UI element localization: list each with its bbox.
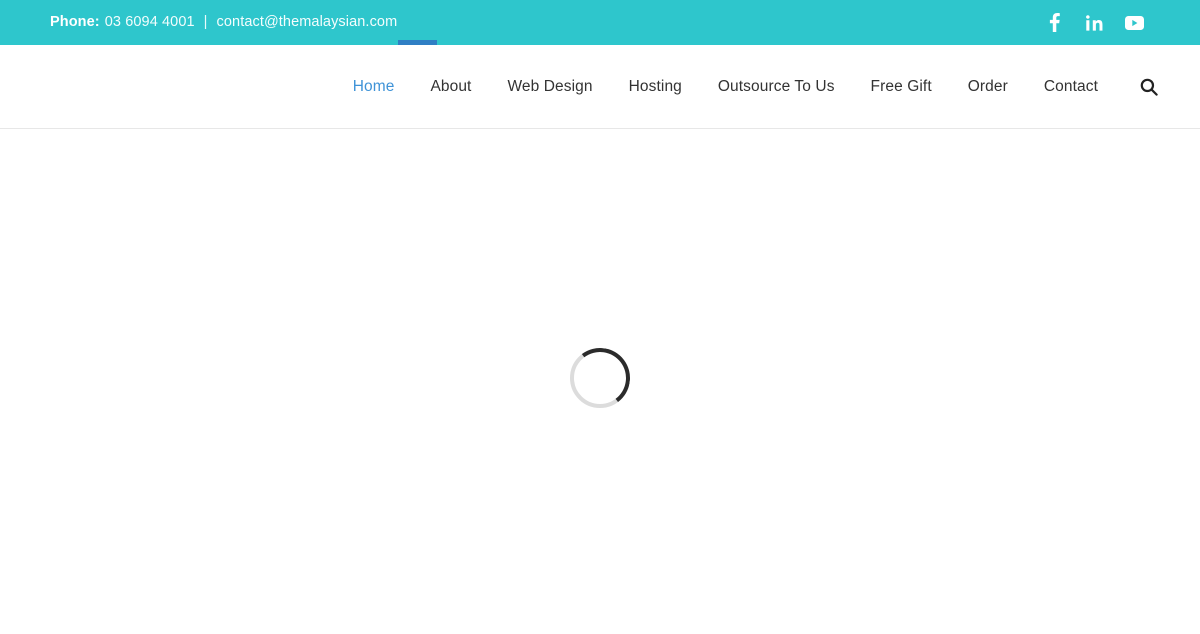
nav-link-web-design[interactable]: Web Design xyxy=(507,78,592,95)
phone-label: Phone: xyxy=(50,14,100,31)
nav-list: Home About Web Design Hosting Outsource … xyxy=(335,78,1116,96)
nav-link-order[interactable]: Order xyxy=(968,78,1008,95)
social-links xyxy=(1045,13,1144,33)
nav-item-free-gift[interactable]: Free Gift xyxy=(853,78,950,96)
spinner-arc xyxy=(566,344,634,412)
page-content xyxy=(0,129,1200,634)
phone-number-link[interactable]: 03 6094 4001 xyxy=(105,15,195,30)
linkedin-link[interactable] xyxy=(1085,13,1103,33)
nav-item-hosting[interactable]: Hosting xyxy=(611,78,700,96)
top-contact-bar-inner: Phone: 03 6094 4001 | contact@themalaysi… xyxy=(0,0,1200,45)
nav-link-contact[interactable]: Contact xyxy=(1044,78,1098,95)
top-contact-bar: Phone: 03 6094 4001 | contact@themalaysi… xyxy=(0,0,1200,45)
youtube-icon xyxy=(1124,15,1144,30)
facebook-link[interactable] xyxy=(1045,13,1063,33)
nav-item-web-design[interactable]: Web Design xyxy=(489,78,610,96)
search-icon xyxy=(1140,78,1158,96)
site-header: Home About Web Design Hosting Outsource … xyxy=(0,45,1200,129)
facebook-icon xyxy=(1049,13,1060,32)
nav-link-about[interactable]: About xyxy=(430,78,471,95)
nav-link-free-gift[interactable]: Free Gift xyxy=(871,78,932,95)
nav-link-outsource-to-us[interactable]: Outsource To Us xyxy=(718,78,835,95)
loading-overlay xyxy=(0,344,1200,412)
loading-spinner-icon xyxy=(566,344,634,412)
search-button[interactable] xyxy=(1138,76,1160,98)
contact-separator: | xyxy=(203,14,208,31)
nav-link-home[interactable]: Home xyxy=(353,78,395,95)
youtube-link[interactable] xyxy=(1124,13,1144,33)
nav-item-home[interactable]: Home xyxy=(335,78,413,96)
nav-item-outsource-to-us[interactable]: Outsource To Us xyxy=(700,78,853,96)
contact-info: Phone: 03 6094 4001 | contact@themalaysi… xyxy=(50,15,397,30)
linkedin-icon xyxy=(1085,14,1103,31)
nav-item-contact[interactable]: Contact xyxy=(1026,78,1116,96)
nav-link-hosting[interactable]: Hosting xyxy=(629,78,682,95)
nav-item-order[interactable]: Order xyxy=(950,78,1026,96)
main-navigation: Home About Web Design Hosting Outsource … xyxy=(0,45,1200,128)
contact-email-link[interactable]: contact@themalaysian.com xyxy=(217,15,398,30)
nav-item-about[interactable]: About xyxy=(412,78,489,96)
